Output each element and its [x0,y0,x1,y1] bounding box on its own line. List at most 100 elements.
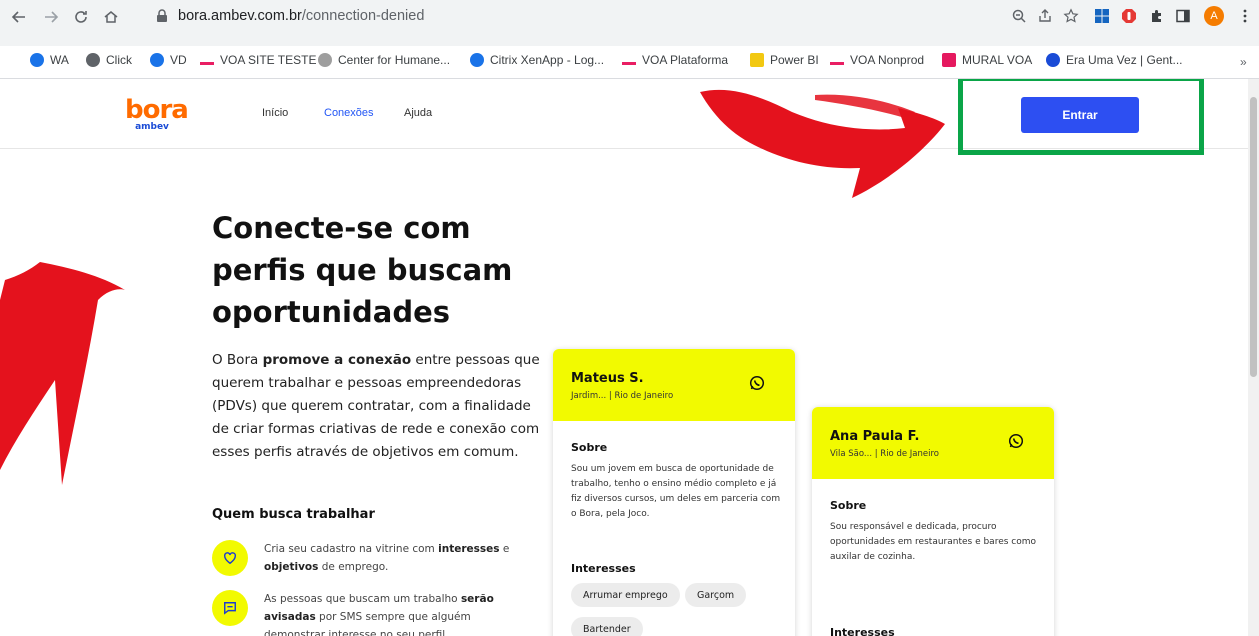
stop-sign-icon [1122,9,1136,23]
bookmark-item[interactable]: VOA Nonprod [830,53,924,67]
home-icon [104,11,118,23]
profile-card[interactable]: Mateus S. Jardim... | Rio de Janeiro Sob… [553,349,795,636]
forward-button[interactable] [38,4,64,30]
bookmark-label: Citrix XenApp - Log... [490,53,605,67]
citrix-icon [470,53,484,67]
side-panel-icon [1176,9,1190,23]
logo-word: bora [125,95,189,125]
interests-label: Interesses [830,626,895,636]
profile-name: Mateus S. [571,371,644,386]
voa-icon [200,55,214,65]
side-panel-button[interactable] [1174,7,1192,25]
extension-adblock-button[interactable] [1120,7,1138,25]
mural-icon [942,53,956,67]
url-text: bora.ambev.com.br/connection-denied [178,8,424,24]
bookmark-item[interactable]: Center for Humane... [318,53,450,67]
reload-button[interactable] [68,4,94,30]
extension-windows-button[interactable] [1093,7,1111,25]
humane-icon [318,53,332,67]
interest-chip: Bartender [571,617,643,636]
hero-title: Conecte-se com perfis que buscam oportun… [212,207,552,333]
browser-toolbar: bora.ambev.com.br/connection-denied A [0,0,1259,46]
bora-ambev-logo[interactable]: bora ambev [125,95,195,132]
about-text: Sou um jovem em busca de oportunidade de… [571,464,781,519]
share-icon [1039,9,1051,22]
back-button[interactable] [6,4,32,30]
interest-chip: Garçom [685,583,747,607]
bookmark-item[interactable]: Click [86,53,132,67]
whatsapp-icon[interactable] [1008,433,1024,449]
page-scrollbar[interactable] [1248,79,1259,636]
extensions-button[interactable] [1148,7,1166,25]
hero-title-line: Conecte-se com [212,211,471,245]
profile-card-header: Ana Paula F. Vila São... | Rio de Janeir… [812,407,1054,479]
bookmark-item[interactable]: Era Uma Vez | Gent... [1046,53,1183,67]
nav-link-inicio[interactable]: Início [262,107,288,119]
g-icon [1046,53,1060,67]
whatsapp-icon[interactable] [749,375,765,391]
hero-desc-part: O Bora [212,352,263,368]
windows-icon [1095,9,1109,23]
page-viewport: bora ambev Início Conexões Ajuda Entrar … [0,78,1259,636]
zoom-button[interactable] [1010,7,1028,25]
feature-text-bold: interesses [438,543,500,555]
hero-desc-bold: promove a conexão [262,352,412,368]
bookmark-item[interactable]: MURAL VOA [942,53,1032,67]
interests-label: Interesses [571,562,636,575]
bookmark-label: VOA SITE TESTE [220,53,317,67]
profile-location: Jardim... | Rio de Janeiro [571,391,674,401]
message-badge [212,590,248,626]
profile-card[interactable]: Ana Paula F. Vila São... | Rio de Janeir… [812,407,1054,636]
citrix-icon [150,53,164,67]
url-path: /connection-denied [301,8,425,24]
profile-avatar[interactable]: A [1204,6,1224,26]
bookmark-item[interactable]: VOA Plataforma [622,53,728,67]
menu-button[interactable] [1236,7,1254,25]
bookmark-label: Power BI [770,53,819,67]
voa-icon [622,55,636,65]
feature-text-part: Cria seu cadastro na vitrine com [264,543,439,555]
about-label: Sobre [830,499,867,512]
bookmark-item[interactable]: VOA SITE TESTE [200,53,316,67]
bookmarks-bar: WA Click VD VOA SITE TESTE Center for Humane… [0,48,1259,74]
scrollbar-thumb[interactable] [1250,97,1257,377]
nav-link-ajuda[interactable]: Ajuda [404,107,432,119]
browser-window: bora.ambev.com.br/connection-denied A WA… [0,0,1259,636]
heart-icon [224,552,236,565]
bookmark-label: MURAL VOA [962,53,1033,67]
kebab-menu-icon [1243,9,1247,23]
feature-text-part: de emprego. [318,561,389,573]
share-button[interactable] [1036,7,1054,25]
workers-section-title: Quem busca trabalhar [212,507,375,522]
bookmark-label: VOA Nonprod [850,53,925,67]
hero-title-line: oportunidades [212,295,451,329]
hero-desc-part: entre pessoas que querem trabalhar e pes… [212,352,540,460]
bookmark-star-button[interactable] [1062,7,1080,25]
bookmarks-overflow-button[interactable]: » [1240,55,1247,69]
feature-text-bold: objetivos [264,561,319,573]
url-host: bora.ambev.com.br [178,8,302,24]
heart-badge [212,540,248,576]
voa-icon [830,55,844,65]
globe-icon [86,53,100,67]
reload-icon [75,11,87,23]
hero-description: O Bora promove a conexão entre pessoas q… [212,349,542,464]
bookmark-item[interactable]: Citrix XenApp - Log... [470,53,604,67]
profile-card-header: Mateus S. Jardim... | Rio de Janeiro [553,349,795,421]
profile-location: Vila São... | Rio de Janeiro [830,449,939,459]
interest-chip: Arrumar emprego [571,583,680,607]
bookmark-item[interactable]: Power BI [750,53,819,67]
address-bar[interactable]: bora.ambev.com.br/connection-denied [150,2,970,30]
hero-title-line: perfis que buscam [212,253,513,287]
whatsapp-icon [30,53,44,67]
bookmark-label: Era Uma Vez | Gent... [1066,53,1183,67]
bookmark-item[interactable]: WA [30,53,69,67]
bookmark-label: VD [170,53,187,67]
feature-text-part: e [499,543,510,555]
nav-link-conexoes[interactable]: Conexões [324,107,374,119]
feature-notify-text: As pessoas que buscam um trabalho serão … [264,590,534,636]
home-button[interactable] [98,4,124,30]
bookmark-label: WA [50,53,69,67]
bookmark-item[interactable]: VD [150,53,187,67]
profile-name: Ana Paula F. [830,429,920,444]
